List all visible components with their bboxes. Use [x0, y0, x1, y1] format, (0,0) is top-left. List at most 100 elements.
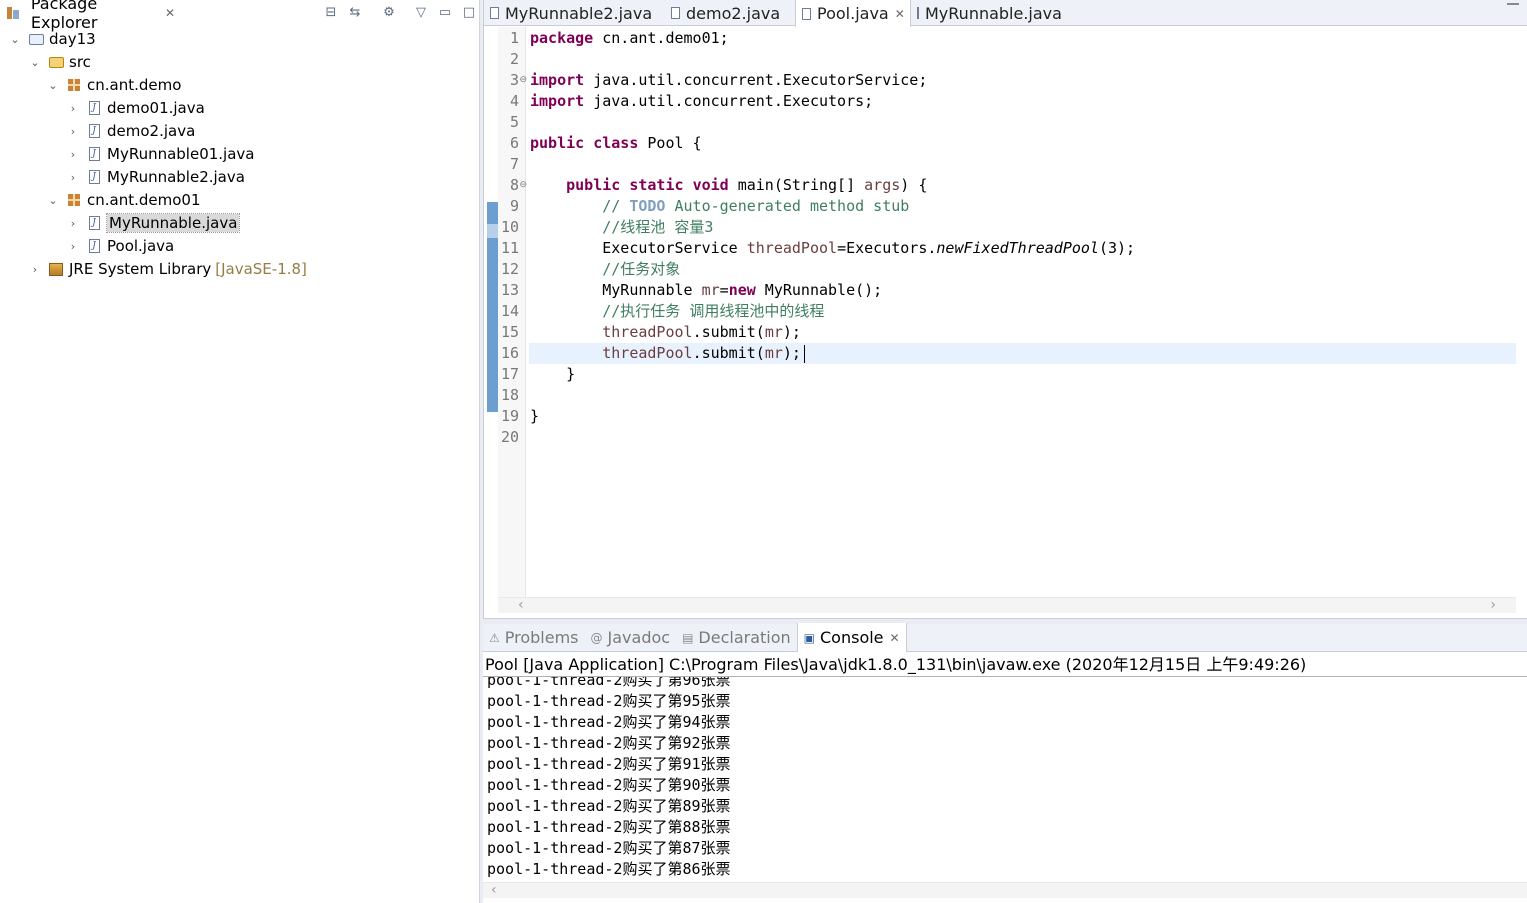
code-line: //任务对象: [530, 259, 680, 280]
tree-item[interactable]: › J MyRunnable.java: [66, 212, 241, 234]
code-line: MyRunnable mr=new MyRunnable();: [530, 280, 882, 301]
editor-tab[interactable]: MyRunnable.java: [911, 0, 1062, 26]
console-icon: ▣: [803, 630, 815, 645]
tree-item[interactable]: ⌄ day13: [8, 28, 96, 50]
java-file-icon: J: [86, 238, 102, 254]
tree-item[interactable]: › JRE System Library [JavaSE-1.8]: [28, 258, 307, 280]
editor-vertical-scrollbar[interactable]: [1516, 27, 1527, 597]
console-horizontal-scrollbar[interactable]: ‹: [483, 882, 1527, 898]
editor-horizontal-scrollbar[interactable]: ‹ ›: [498, 597, 1516, 613]
console-output[interactable]: pool-1-thread-2购买了第96张票 pool-1-thread-2购买…: [483, 676, 1527, 882]
line-number: 12: [500, 260, 519, 278]
package-explorer-icon: [6, 5, 21, 21]
chevron-down-icon[interactable]: ⌄: [8, 32, 22, 46]
code-text[interactable]: package cn.ant.demo01; import java.util.c…: [526, 27, 1518, 597]
chevron-right-icon[interactable]: ›: [66, 147, 80, 161]
minimize-editor-icon[interactable]: [1507, 3, 1519, 5]
library-icon: [48, 261, 64, 277]
minimize-icon[interactable]: ▭: [436, 3, 454, 21]
close-tab-icon[interactable]: ✕: [890, 631, 900, 645]
line-number: 1: [509, 29, 519, 47]
code-token: .submit(: [692, 344, 765, 362]
chevron-right-icon[interactable]: ›: [66, 170, 80, 184]
code-token: class: [593, 134, 639, 152]
java-file-icon: [802, 7, 811, 20]
console-output-line: pool-1-thread-2购买了第94张票: [487, 713, 731, 731]
code-token: public: [566, 176, 621, 194]
package-explorer-toolbar: ⊟ ⇆ ⚙ ▽ ▭ □: [322, 2, 478, 22]
javadoc-icon: @: [590, 630, 603, 645]
java-editor: MyRunnable2.java demo2.java Pool.java ✕ MyRu…: [483, 0, 1527, 618]
bottom-panel-tab[interactable]: ⚠ Problems: [483, 624, 585, 652]
code-token: java.util.concurrent.Executors;: [584, 92, 874, 110]
console-output-line: pool-1-thread-2购买了第86张票: [487, 860, 731, 878]
collapse-all-icon[interactable]: ⊟: [322, 3, 340, 21]
console-output-line: pool-1-thread-2购买了第96张票: [487, 676, 731, 689]
tree-item[interactable]: ⌄ cn.ant.demo01: [46, 189, 200, 211]
code-token: Pool {: [638, 134, 702, 152]
tree-item-label: demo01.java: [107, 99, 205, 117]
focus-task-icon[interactable]: ⚙: [380, 3, 398, 21]
line-number: 7: [509, 155, 519, 173]
code-line: ExecutorService threadPool=Executors.new…: [530, 238, 1135, 259]
editor-tab[interactable]: Pool.java ✕: [795, 0, 911, 27]
bottom-panel-tab[interactable]: @ Javadoc: [585, 624, 677, 652]
package-icon: [66, 192, 82, 208]
editor-tab-bar: MyRunnable2.java demo2.java Pool.java ✕ MyRu…: [484, 0, 1527, 27]
chevron-down-icon[interactable]: ⌄: [46, 78, 60, 92]
java-file-icon: [917, 7, 919, 19]
line-number: 9: [509, 197, 519, 215]
close-tab-icon[interactable]: ✕: [895, 7, 905, 21]
line-number: 14: [500, 302, 519, 320]
line-number: 3: [509, 71, 519, 89]
chevron-right-icon[interactable]: ›: [66, 216, 80, 230]
console-output-line: pool-1-thread-2购买了第90张票: [487, 776, 731, 794]
maximize-icon[interactable]: □: [460, 3, 478, 21]
scroll-left-icon[interactable]: ‹: [491, 882, 497, 898]
scroll-left-icon[interactable]: ‹: [518, 597, 524, 613]
code-token: static: [629, 176, 684, 194]
view-menu-icon[interactable]: ▽: [412, 3, 430, 21]
tree-item-label: day13: [49, 30, 96, 48]
tree-item[interactable]: › Jdemo01.java: [66, 97, 205, 119]
editor-tab[interactable]: MyRunnable2.java: [484, 0, 665, 26]
package-explorer-title: Package Explorer: [30, 0, 98, 32]
code-token: newFixedThreadPool: [936, 239, 1099, 257]
close-icon[interactable]: ✕: [165, 6, 175, 20]
editor-tab[interactable]: demo2.java: [665, 0, 795, 26]
line-number: 10: [500, 218, 519, 236]
console-output-line: pool-1-thread-2购买了第92张票: [487, 734, 731, 752]
tree-item[interactable]: ⌄ src: [28, 51, 91, 73]
tree-item-label: MyRunnable.java: [105, 213, 241, 233]
code-token: //执行任务 调用线程池中的线程: [602, 302, 825, 320]
chevron-right-icon[interactable]: ›: [66, 239, 80, 253]
code-token: ) {: [900, 176, 928, 194]
bottom-panel-tab-label: Console: [820, 628, 884, 647]
tree-item[interactable]: › J Pool.java: [66, 235, 174, 257]
tree-item[interactable]: › J MyRunnable01.java: [66, 143, 255, 165]
chevron-right-icon[interactable]: ›: [66, 101, 80, 115]
chevron-down-icon[interactable]: ⌄: [46, 193, 60, 207]
bottom-panel-tab[interactable]: ▤ Declaration: [676, 624, 797, 652]
code-token: import: [530, 92, 585, 110]
link-with-editor-icon[interactable]: ⇆: [346, 3, 364, 21]
chevron-down-icon[interactable]: ⌄: [28, 55, 42, 69]
line-number: 18: [500, 386, 519, 404]
code-token: new: [728, 281, 756, 299]
package-explorer-tab[interactable]: Package Explorer ✕: [0, 0, 175, 32]
line-number: 11: [500, 239, 519, 257]
scroll-right-icon[interactable]: ›: [1490, 597, 1496, 613]
tree-item[interactable]: ⌄ cn.ant.demo: [46, 74, 181, 96]
code-line: }: [530, 406, 539, 427]
bottom-panel-tab[interactable]: ▣ Console ✕: [796, 623, 907, 652]
tree-item[interactable]: › Jdemo2.java: [66, 120, 195, 142]
code-token: .submit(: [692, 323, 765, 341]
chevron-right-icon[interactable]: ›: [28, 262, 42, 276]
tree-item[interactable]: › J MyRunnable2.java: [66, 166, 245, 188]
line-number: 13: [500, 281, 519, 299]
chevron-right-icon[interactable]: ›: [66, 124, 80, 138]
code-token: args: [864, 176, 901, 194]
